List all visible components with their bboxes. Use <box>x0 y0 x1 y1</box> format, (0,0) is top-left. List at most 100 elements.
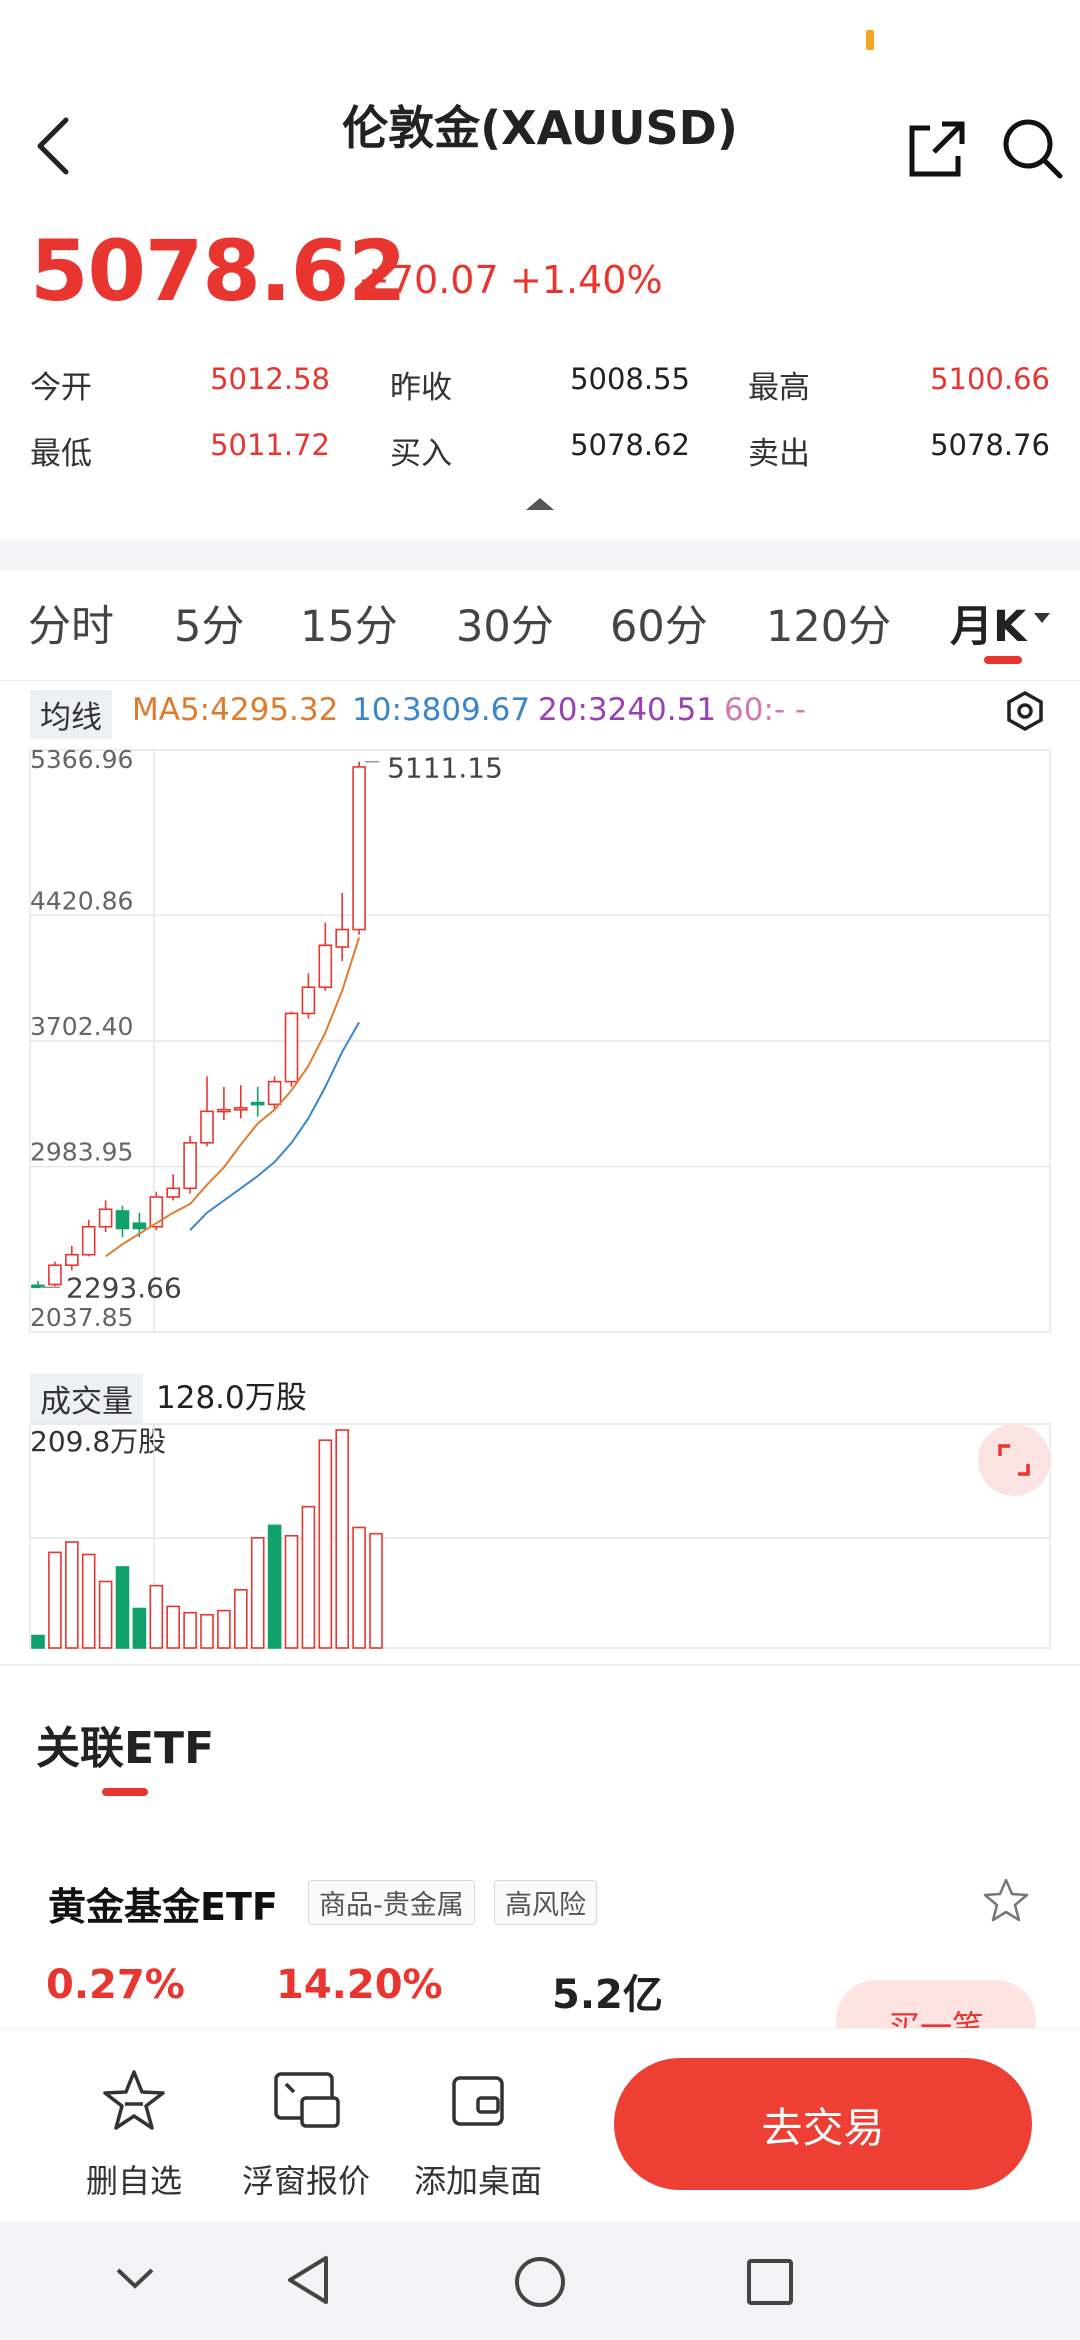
etf-value-1: 0.27% <box>46 1962 185 2008</box>
high-value: 5100.66 <box>930 362 1050 396</box>
tab-monthly-k[interactable]: 月K <box>950 592 1026 654</box>
high-label: 最高 <box>748 370 810 406</box>
volume-bar <box>149 1584 164 1649</box>
volume-badge[interactable]: 成交量 <box>30 1374 143 1423</box>
add-desktop-button[interactable]: 添加桌面 <box>388 2064 568 2204</box>
prev-close-label: 昨收 <box>390 370 452 406</box>
y-tick-label: 2983.95 <box>30 1138 133 1167</box>
tab-5min[interactable]: 5分 <box>174 592 244 654</box>
candle-body <box>98 1208 113 1228</box>
star-icon <box>983 1878 1029 1922</box>
etf-divider <box>0 1664 1080 1666</box>
nav-back-button[interactable] <box>282 2252 338 2308</box>
tab-15min[interactable]: 15分 <box>300 592 398 654</box>
section-divider <box>0 540 1080 570</box>
volume-bar <box>183 1611 197 1649</box>
share-button[interactable] <box>906 118 968 180</box>
price-change-pct: +1.40% <box>510 258 663 302</box>
ma5-value: MA5:4295.32 <box>132 692 339 728</box>
low-label: 最低 <box>30 436 92 472</box>
floating-window-icon <box>274 2072 340 2128</box>
open-label: 今开 <box>30 370 92 406</box>
volume-bar <box>284 1534 299 1649</box>
nav-home-button[interactable] <box>512 2254 568 2310</box>
status-indicator <box>866 30 874 50</box>
volume-bar <box>200 1613 214 1649</box>
ma60-value: 60:- - <box>724 692 807 728</box>
y-tick-label: 3702.40 <box>30 1012 133 1041</box>
max-price-label: 5111.15 <box>387 752 503 785</box>
open-value: 5012.58 <box>210 362 330 396</box>
volume-frame <box>29 1423 1051 1649</box>
trade-button-label: 去交易 <box>761 2104 885 2152</box>
tab-30min[interactable]: 30分 <box>456 592 554 654</box>
chart-settings-button[interactable] <box>1004 690 1046 732</box>
price-change: +70.07 <box>358 258 499 302</box>
candle-body <box>217 1108 231 1113</box>
volume-current: 128.0万股 <box>156 1380 307 1416</box>
search-button[interactable] <box>1000 116 1066 182</box>
low-value: 5011.72 <box>210 428 330 462</box>
etf-name[interactable]: 黄金基金ETF <box>48 1876 278 1931</box>
volume-bar <box>115 1566 130 1649</box>
ma-badge[interactable]: 均线 <box>30 690 112 739</box>
search-icon <box>1003 119 1063 179</box>
star-minus-icon <box>103 2070 165 2130</box>
chevron-down-icon <box>116 2268 154 2289</box>
candle-body <box>335 928 350 948</box>
bid-label: 买入 <box>390 436 452 472</box>
tab-120min[interactable]: 120分 <box>766 592 891 654</box>
candle-body <box>318 944 333 989</box>
volume-bar <box>31 1634 45 1649</box>
volume-bar <box>166 1605 180 1649</box>
candle-body <box>115 1210 130 1230</box>
volume-bar <box>250 1537 265 1649</box>
etf-risk-tag: 高风险 <box>494 1880 597 1925</box>
ma20-value: 20:3240.51 <box>538 692 717 728</box>
remove-favorite-button[interactable]: 删自选 <box>44 2064 224 2204</box>
volume-bar <box>369 1532 383 1649</box>
volume-bar <box>335 1429 350 1649</box>
candle-body <box>166 1187 180 1198</box>
candle-body <box>250 1101 265 1106</box>
collapse-toggle[interactable] <box>524 494 556 514</box>
candle-body <box>284 1012 299 1083</box>
etf-value-2: 14.20% <box>276 1962 443 2008</box>
floating-quote-button[interactable]: 浮窗报价 <box>216 2064 396 2204</box>
candlestick-chart[interactable]: 5366.964420.863702.402983.952037.852025-… <box>0 740 1080 1340</box>
candle-body <box>48 1264 62 1286</box>
active-tab-indicator <box>984 656 1022 664</box>
related-etf-title: 关联ETF <box>36 1723 215 1774</box>
tab-dropdown-icon[interactable] <box>1032 610 1052 624</box>
volume-bar <box>301 1505 316 1649</box>
tab-intraday[interactable]: 分时 <box>28 592 114 654</box>
nav-recents-button[interactable] <box>744 2256 796 2308</box>
etf-value-3: 5.2亿 <box>552 1972 663 2018</box>
volume-bar <box>132 1607 147 1649</box>
candle-body <box>301 986 316 1015</box>
ma10-value: 10:3809.67 <box>352 692 531 728</box>
settings-hexagon-icon <box>1007 690 1043 732</box>
tab-60min[interactable]: 60分 <box>610 592 708 654</box>
volume-chart[interactable] <box>0 1420 1080 1670</box>
volume-bar <box>267 1524 282 1649</box>
volume-bar <box>318 1439 333 1649</box>
volume-bar <box>217 1609 231 1649</box>
volume-bar <box>352 1526 366 1649</box>
volume-bar <box>81 1553 96 1649</box>
candle-body <box>81 1225 96 1256</box>
expand-icon <box>998 1444 1030 1476</box>
floating-quote-label: 浮窗报价 <box>241 2162 370 2200</box>
wallet-icon <box>452 2076 504 2126</box>
trade-button[interactable]: 去交易 <box>614 2058 1032 2190</box>
y-tick-label: 2037.85 <box>30 1303 133 1332</box>
etf-favorite-button[interactable] <box>982 1876 1030 1924</box>
remove-favorite-label: 删自选 <box>85 2162 182 2200</box>
nav-collapse-button[interactable] <box>110 2258 160 2298</box>
volume-bar <box>65 1541 79 1649</box>
candle-body <box>200 1110 214 1144</box>
fullscreen-button[interactable] <box>978 1424 1050 1496</box>
triangle-back-icon <box>288 2256 328 2304</box>
add-desktop-label: 添加桌面 <box>413 2162 542 2200</box>
candle-body <box>132 1222 147 1230</box>
